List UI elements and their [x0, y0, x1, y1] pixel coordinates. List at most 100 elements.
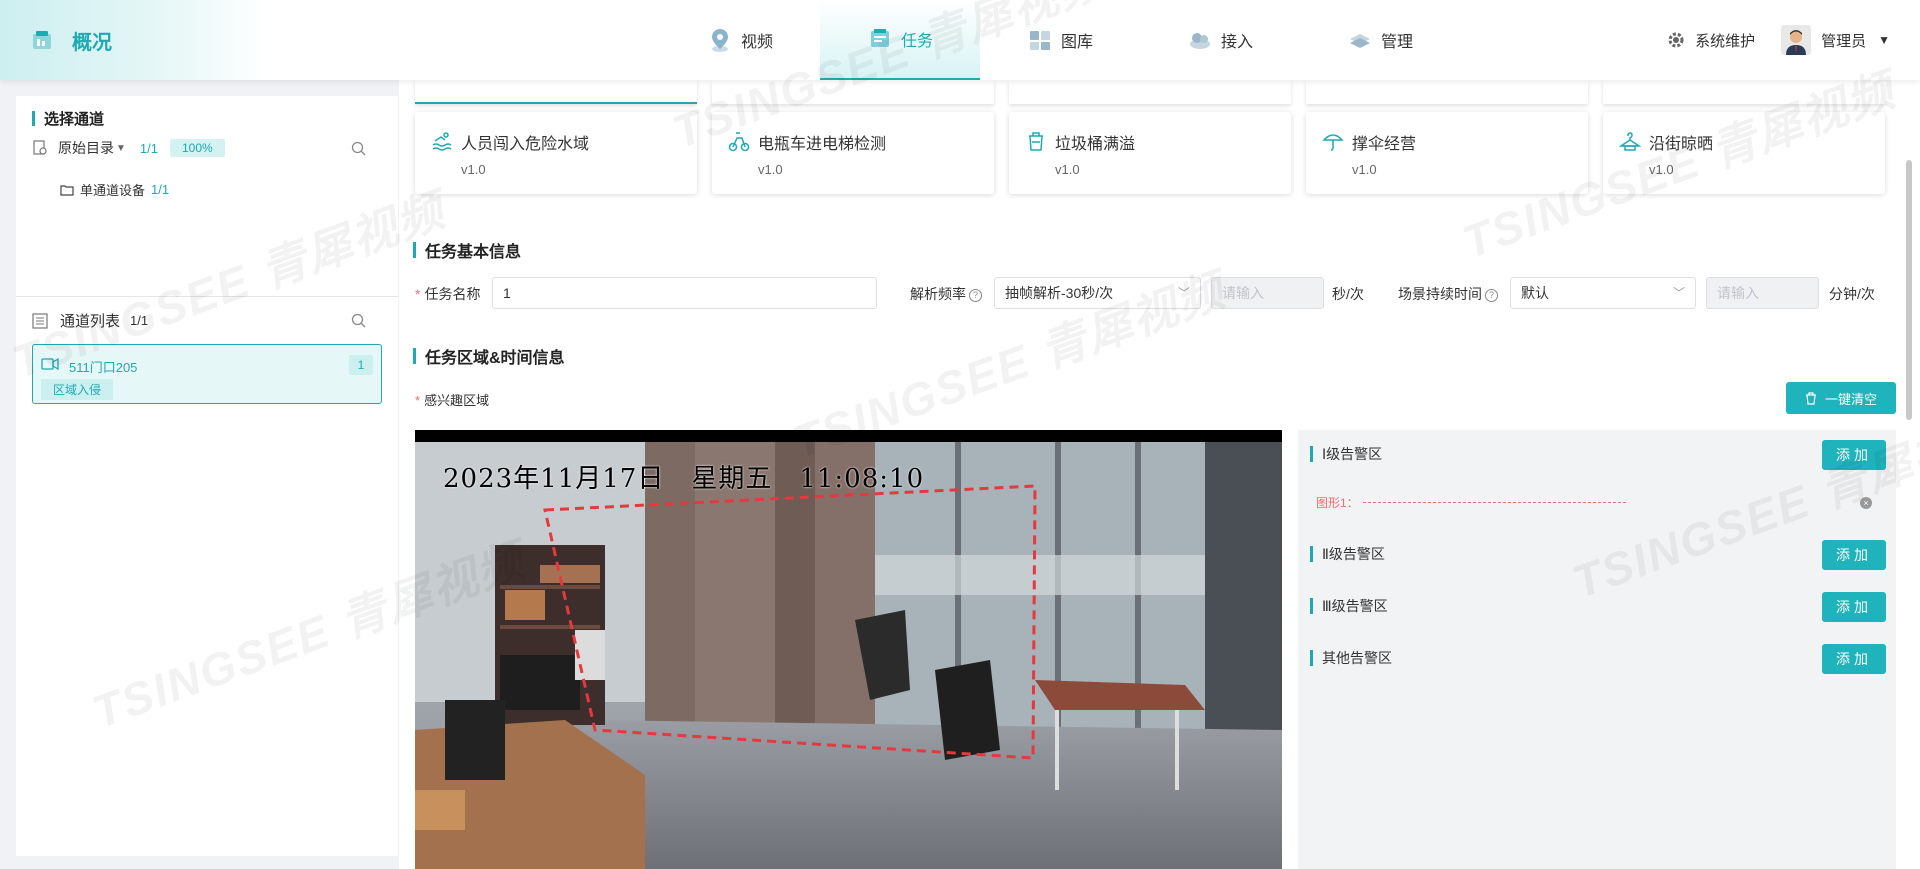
root-percent-badge: 100%	[169, 139, 225, 157]
device-row[interactable]: 单通道设备 1/1	[60, 180, 169, 199]
main-content: 人员闯入危险水域 v1.0 电瓶车进电梯检测 v1.0 垃圾桶满溢 v1.0 撑…	[399, 80, 1920, 869]
zone-row-level2: Ⅱ级告警区	[1310, 544, 1385, 564]
chevron-down-icon: ﹀	[1672, 286, 1685, 300]
algorithm-card[interactable]: 人员闯入危险水域 v1.0	[415, 112, 697, 194]
top-header: 概况 视频 任务 图库 接入 管理 系统维护 管理员 ▼	[0, 0, 1920, 80]
algorithm-card-partial[interactable]	[1603, 80, 1885, 104]
task-name-label: * 任务名称	[415, 286, 481, 302]
algorithm-card[interactable]: 沿街晾晒 v1.0	[1603, 112, 1885, 194]
folder-icon	[60, 184, 74, 196]
shape-label: 图形1：	[1316, 496, 1359, 510]
system-maintenance-button[interactable]: 系统维护	[1667, 30, 1755, 51]
system-label: 系统维护	[1695, 32, 1756, 50]
user-menu[interactable]: 管理员 ▼	[1781, 25, 1890, 55]
zone-label: Ⅰ级告警区	[1322, 446, 1383, 462]
channel-select-title: 选择通道	[32, 108, 104, 129]
root-directory-row[interactable]: 原始目录 ▼ 1/1 100%	[32, 138, 382, 158]
caret-down-icon: ▼	[1878, 33, 1890, 47]
chevron-down-icon: ﹀	[1177, 286, 1190, 300]
scrollbar[interactable]	[1906, 160, 1912, 420]
duration-select[interactable]: 默认 ﹀	[1510, 277, 1696, 309]
header-right: 系统维护 管理员 ▼	[1667, 0, 1890, 80]
algorithm-card-partial[interactable]	[1009, 80, 1291, 104]
shape-item[interactable]: 图形1： ×	[1316, 494, 1876, 511]
root-count: 1/1	[139, 140, 158, 156]
algorithm-version: v1.0	[1649, 162, 1674, 177]
caret-down-icon[interactable]: ▼	[116, 143, 126, 154]
channel-select-title-text: 选择通道	[44, 111, 105, 128]
nav-item-manage[interactable]: 管理	[1300, 0, 1460, 80]
task-info-title-text: 任务基本信息	[425, 244, 522, 261]
add-zone-button[interactable]: 添加	[1822, 592, 1886, 622]
nav-item-access[interactable]: 接入	[1140, 0, 1300, 80]
search-icon[interactable]	[351, 313, 366, 328]
channel-list-header: 通道列表 1/1	[32, 310, 382, 331]
brand-area[interactable]: 概况	[0, 0, 270, 80]
device-count: 1/1	[151, 182, 170, 197]
channel-tag: 区域入侵	[41, 379, 114, 400]
channel-list-title: 通道列表	[60, 313, 121, 330]
freq-input[interactable]: 请输入	[1211, 277, 1324, 309]
shape-line	[1362, 502, 1626, 503]
help-icon[interactable]: ?	[1485, 289, 1498, 302]
close-icon[interactable]: ×	[1860, 496, 1872, 509]
algorithm-name: 垃圾桶满溢	[1055, 136, 1136, 153]
freq-select[interactable]: 抽帧解析-30秒/次 ﹀	[994, 277, 1201, 309]
channel-badge: 1	[349, 355, 373, 375]
directory-icon	[33, 140, 47, 155]
nav-label: 任务	[900, 33, 933, 50]
nav-label: 图库	[1060, 34, 1093, 51]
map-pin-icon	[711, 29, 728, 52]
hanger-icon	[1619, 132, 1641, 151]
zone-row-level1: Ⅰ级告警区	[1310, 444, 1382, 464]
algorithm-version: v1.0	[1352, 162, 1377, 177]
task-icon	[870, 29, 889, 47]
umbrella-icon	[1322, 134, 1344, 151]
add-zone-button[interactable]: 添加	[1822, 440, 1886, 470]
algorithm-card-partial[interactable]	[1306, 80, 1588, 104]
trash-bin-icon	[1029, 132, 1043, 151]
algorithm-version: v1.0	[461, 162, 486, 177]
search-icon[interactable]	[351, 141, 366, 156]
zone-row-other: 其他告警区	[1310, 648, 1392, 668]
zone-row-level3: Ⅲ级告警区	[1310, 596, 1388, 616]
duration-input[interactable]: 请输入	[1706, 277, 1819, 309]
nav-item-video[interactable]: 视频	[660, 0, 820, 80]
nav-label: 视频	[740, 34, 773, 51]
algorithm-card-partial[interactable]	[415, 80, 697, 104]
task-name-input[interactable]: 1	[492, 277, 877, 309]
algorithm-card-partial[interactable]	[712, 80, 994, 104]
help-icon[interactable]: ?	[969, 289, 982, 302]
duration-select-value: 默认	[1521, 285, 1549, 301]
algorithm-card[interactable]: 垃圾桶满溢 v1.0	[1009, 112, 1291, 194]
add-zone-button[interactable]: 添加	[1822, 540, 1886, 570]
algorithm-card[interactable]: 电瓶车进电梯检测 v1.0	[712, 112, 994, 194]
channel-card[interactable]: 511门口205 1 区域入侵	[32, 344, 382, 404]
main-nav: 视频 任务 图库 接入 管理	[660, 0, 1460, 80]
user-label: 管理员	[1821, 32, 1867, 50]
region-info-title: 任务区域&时间信息	[413, 344, 565, 368]
clear-all-button[interactable]: 一键清空	[1786, 382, 1896, 414]
add-zone-button[interactable]: 添加	[1822, 644, 1886, 674]
manage-icon	[1349, 34, 1370, 48]
algorithm-card[interactable]: 撑伞经营 v1.0	[1306, 112, 1588, 194]
video-timestamp: 2023年11月17日 星期五 11:08:10	[443, 464, 925, 494]
gear-icon	[1668, 32, 1684, 48]
title-bar	[413, 242, 416, 258]
clear-all-label: 一键清空	[1824, 391, 1877, 407]
nav-item-gallery[interactable]: 图库	[980, 0, 1140, 80]
gallery-icon	[1029, 31, 1050, 50]
avatar	[1781, 25, 1812, 55]
algorithm-name: 沿街晾晒	[1649, 136, 1714, 153]
list-icon	[32, 312, 48, 329]
nav-item-task[interactable]: 任务	[820, 0, 980, 80]
algorithm-name: 电瓶车进电梯检测	[758, 136, 887, 153]
algorithm-name: 人员闯入危险水域	[461, 136, 590, 153]
swimmer-icon	[432, 132, 452, 151]
video-canvas[interactable]: 2023年11月17日 星期五 11:08:10	[415, 430, 1282, 869]
left-panel: 选择通道 原始目录 ▼ 1/1 100% 单通道设备 1/1 通道列表 1/1	[16, 96, 398, 856]
title-bar	[1310, 650, 1313, 666]
title-bar	[1310, 446, 1313, 462]
divider	[16, 296, 398, 297]
alert-zones-panel: Ⅰ级告警区 添加 图形1： × Ⅱ级告警区 添加 Ⅲ级告警区 添加 其他告警区 …	[1298, 430, 1896, 869]
